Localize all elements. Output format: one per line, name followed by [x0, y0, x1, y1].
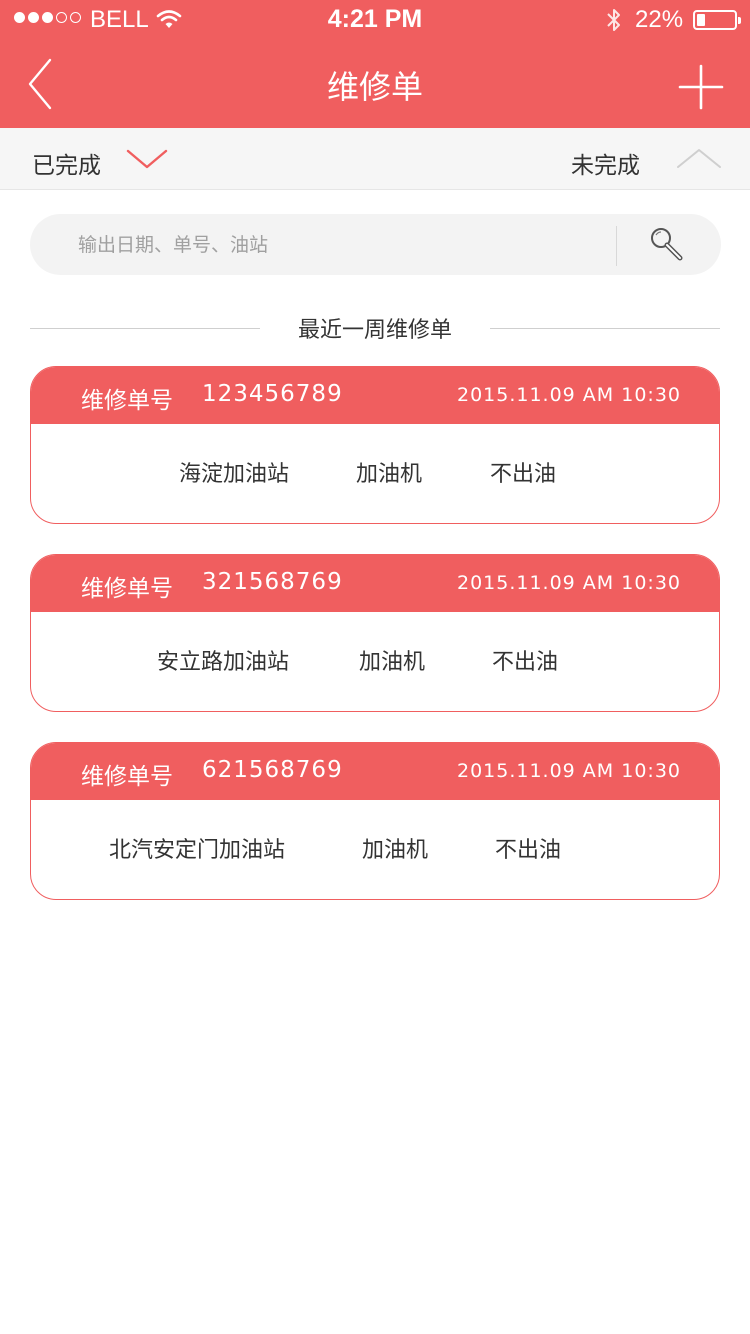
- battery-fill: [697, 14, 705, 26]
- order-device: 加油机: [362, 838, 429, 863]
- order-datetime: 2015.11.09 AM 10:30: [456, 572, 681, 594]
- chevron-up-icon[interactable]: [676, 146, 722, 170]
- order-card-body: 海淀加油站 加油机 不出油: [31, 424, 719, 523]
- order-number: 621568769: [202, 757, 343, 783]
- order-card[interactable]: 维修单号 621568769 2015.11.09 AM 10:30 北汽安定门…: [30, 742, 720, 900]
- order-number-label: 维修单号: [81, 764, 173, 790]
- order-datetime: 2015.11.09 AM 10:30: [456, 384, 681, 406]
- order-station: 北汽安定门加油站: [109, 838, 286, 863]
- page-title: 维修单: [326, 68, 423, 106]
- order-card-body: 北汽安定门加油站 加油机 不出油: [31, 800, 719, 899]
- order-number: 321568769: [202, 569, 343, 595]
- header-bar: BELL 4:21 PM 22% 维修单: [0, 0, 750, 128]
- divider-right: [490, 328, 720, 329]
- battery-percent: 22%: [635, 6, 684, 33]
- order-station: 海淀加油站: [179, 462, 290, 487]
- status-filter-bar: 已完成 未完成: [0, 128, 750, 190]
- order-device: 加油机: [359, 650, 426, 675]
- tab-completed[interactable]: 已完成: [32, 146, 101, 180]
- order-card-body: 安立路加油站 加油机 不出油: [31, 612, 719, 711]
- order-number-label: 维修单号: [81, 388, 173, 414]
- order-datetime: 2015.11.09 AM 10:30: [456, 760, 681, 782]
- order-card-header: 维修单号 621568769 2015.11.09 AM 10:30: [31, 743, 719, 800]
- order-card[interactable]: 维修单号 321568769 2015.11.09 AM 10:30 安立路加油…: [30, 554, 720, 712]
- chevron-down-icon[interactable]: [126, 148, 168, 170]
- tab-incomplete[interactable]: 未完成: [571, 146, 640, 180]
- search-divider: [616, 226, 617, 266]
- bluetooth-icon: [607, 9, 620, 31]
- search-input[interactable]: [78, 214, 598, 275]
- search-icon[interactable]: [646, 224, 688, 266]
- order-issue: 不出油: [490, 462, 557, 487]
- order-number: 123456789: [202, 381, 343, 407]
- order-issue: 不出油: [495, 838, 562, 863]
- order-card[interactable]: 维修单号 123456789 2015.11.09 AM 10:30 海淀加油站…: [30, 366, 720, 524]
- status-bar: BELL 4:21 PM 22%: [0, 0, 750, 40]
- section-header: 最近一周维修单: [30, 310, 720, 346]
- order-card-header: 维修单号 321568769 2015.11.09 AM 10:30: [31, 555, 719, 612]
- order-card-header: 维修单号 123456789 2015.11.09 AM 10:30: [31, 367, 719, 424]
- order-device: 加油机: [356, 462, 423, 487]
- order-number-label: 维修单号: [81, 576, 173, 602]
- order-station: 安立路加油站: [157, 650, 290, 675]
- add-button[interactable]: [676, 62, 726, 112]
- search-bar: [30, 214, 721, 275]
- battery-icon: [693, 10, 741, 30]
- order-issue: 不出油: [492, 650, 559, 675]
